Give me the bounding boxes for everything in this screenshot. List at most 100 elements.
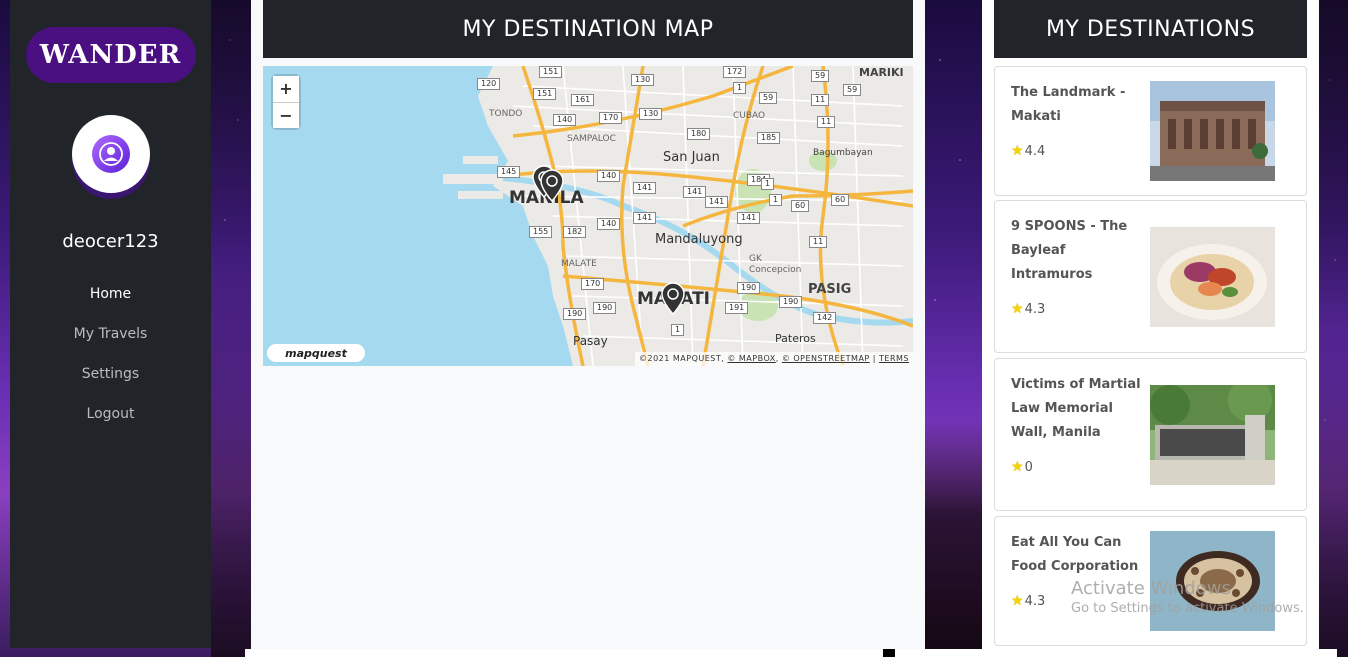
background-trees-left <box>211 0 251 657</box>
attribution-copyright: ©2021 MAPQUEST, <box>639 354 728 363</box>
road-number-shield: 190 <box>737 282 761 294</box>
road-number-shield: 59 <box>811 70 830 82</box>
road-number-shield: 130 <box>631 74 655 86</box>
road-number-shield: 145 <box>497 166 521 178</box>
destination-rating: ★ 4.3 <box>1011 301 1046 317</box>
road-number-shield: 11 <box>809 236 828 248</box>
map-label-sampaloc: SAMPALOC <box>567 134 616 144</box>
destination-card[interactable]: Victims of Martial Law Memorial Wall, Ma… <box>994 358 1307 511</box>
road-number-shield: 141 <box>737 212 761 224</box>
destination-rating: ★ 4.3 <box>1011 593 1046 609</box>
map-label-gk-concepcion: GK Concepcion <box>749 254 802 275</box>
map-label-mandaluyong: Mandaluyong <box>655 232 743 247</box>
map-label-malate: MALATE <box>561 259 597 269</box>
road-number-shield: 155 <box>529 226 553 238</box>
destination-name[interactable]: 9 SPOONS - The Bayleaf Intramuros <box>1011 215 1141 287</box>
map-panel: MY DESTINATION MAP MANILA PASIG Mandaluy… <box>251 0 925 650</box>
watermark-title: Activate Windows <box>1071 578 1231 599</box>
road-number-shield: 140 <box>597 218 621 230</box>
map-label-tondo: TONDO <box>489 109 523 119</box>
destination-image-food-bowl[interactable] <box>1150 227 1275 327</box>
road-number-shield: 11 <box>817 116 836 128</box>
destination-card[interactable]: 9 SPOONS - The Bayleaf Intramuros ★ 4.3 <box>994 200 1307 353</box>
map-label-marikina: MARIKI <box>859 66 904 79</box>
destination-map[interactable]: MANILA MAKATI PASIG Mandaluyong San Juan… <box>263 66 913 366</box>
road-number-shield: 142 <box>813 312 837 324</box>
road-number-shield: 170 <box>599 112 623 124</box>
nav-logout[interactable]: Logout <box>10 394 211 434</box>
road-number-shield: 190 <box>563 308 587 320</box>
road-number-shield: 161 <box>571 94 595 106</box>
attribution-osm-link[interactable]: © OPENSTREETMAP <box>782 354 870 363</box>
road-number-shield: 190 <box>779 296 803 308</box>
destinations-title: MY DESTINATIONS <box>994 0 1307 58</box>
horizontal-scrollbar-track[interactable] <box>245 649 1337 657</box>
road-number-shield: 11 <box>811 94 830 106</box>
map-title: MY DESTINATION MAP <box>263 0 913 58</box>
star-icon: ★ <box>1011 593 1024 609</box>
road-number-shield: 59 <box>843 84 862 96</box>
wander-logo[interactable]: WANDER <box>25 27 196 83</box>
destinations-panel: MY DESTINATIONS The Landmark - Makati ★ 4… <box>982 0 1319 650</box>
destination-rating: ★ 4.4 <box>1011 143 1046 159</box>
destination-card[interactable]: The Landmark - Makati ★ 4.4 <box>994 66 1307 196</box>
nav-settings[interactable]: Settings <box>10 354 211 394</box>
attribution-terms-link[interactable]: TERMS <box>879 354 909 363</box>
map-label-pasay: Pasay <box>573 334 608 348</box>
destination-image-building[interactable] <box>1150 81 1275 181</box>
user-icon <box>91 135 130 173</box>
map-label-san-juan: San Juan <box>663 150 720 165</box>
road-number-shield: 141 <box>683 186 707 198</box>
star-icon: ★ <box>1011 301 1024 317</box>
destination-name[interactable]: Victims of Martial Law Memorial Wall, Ma… <box>1011 373 1141 445</box>
sidebar: WANDER deocer123 Home My Travels Setting… <box>10 0 211 648</box>
road-number-shield: 141 <box>633 212 657 224</box>
destination-name[interactable]: The Landmark - Makati <box>1011 81 1141 129</box>
destination-image-memorial-wall[interactable] <box>1150 378 1275 485</box>
windows-activation-watermark: Activate Windows Go to Settings to activ… <box>1071 578 1304 616</box>
destination-rating: ★ 0 <box>1011 459 1033 475</box>
map-label-pasig: PASIG <box>808 282 852 297</box>
username: deocer123 <box>62 231 159 252</box>
map-label-bagumbayan: Bagumbayan <box>813 148 873 158</box>
map-label-pateros: Pateros <box>775 332 816 345</box>
destination-name[interactable]: Eat All You Can Food Corporation <box>1011 531 1141 579</box>
road-number-shield: 59 <box>759 92 778 104</box>
road-number-shield: 170 <box>581 278 605 290</box>
nav-home[interactable]: Home <box>10 274 211 314</box>
road-number-shield: 1 <box>769 194 783 206</box>
road-number-shield: 141 <box>705 196 729 208</box>
road-number-shield: 141 <box>633 182 657 194</box>
road-number-shield: 60 <box>831 194 850 206</box>
star-icon: ★ <box>1011 143 1024 159</box>
road-number-shield: 190 <box>593 302 617 314</box>
road-number-shield: 191 <box>725 302 749 314</box>
avatar[interactable] <box>71 115 150 193</box>
map-label-cubao: CUBAO <box>733 111 766 121</box>
sidebar-nav: Home My Travels Settings Logout <box>10 274 211 434</box>
road-number-shield: 1 <box>671 324 685 336</box>
star-icon: ★ <box>1011 459 1024 475</box>
map-zoom-control: + − <box>273 76 299 128</box>
road-number-shield: 182 <box>563 226 587 238</box>
road-number-shield: 130 <box>639 108 663 120</box>
road-number-shield: 180 <box>687 128 711 140</box>
zoom-out-button[interactable]: − <box>273 102 299 128</box>
watermark-subtitle: Go to Settings to activate Windows. <box>1071 601 1304 616</box>
road-number-shield: 172 <box>723 66 747 78</box>
road-number-shield: 1 <box>733 82 747 94</box>
zoom-in-button[interactable]: + <box>273 76 299 102</box>
attribution-mapbox-link[interactable]: © MAPBOX <box>727 354 775 363</box>
map-attribution: ©2021 MAPQUEST, © MAPBOX, © OPENSTREETMA… <box>635 352 913 366</box>
road-number-shield: 1 <box>761 178 775 190</box>
road-number-shield: 140 <box>553 114 577 126</box>
mapquest-logo[interactable]: mapquest <box>267 344 365 362</box>
road-number-shield: 151 <box>533 88 557 100</box>
road-number-shield: 60 <box>791 200 810 212</box>
scrollbar-thumb[interactable] <box>883 649 895 657</box>
road-number-shield: 151 <box>539 66 563 78</box>
road-number-shield: 140 <box>597 170 621 182</box>
road-number-shield: 185 <box>757 132 781 144</box>
road-number-shield: 120 <box>477 78 501 90</box>
nav-my-travels[interactable]: My Travels <box>10 314 211 354</box>
